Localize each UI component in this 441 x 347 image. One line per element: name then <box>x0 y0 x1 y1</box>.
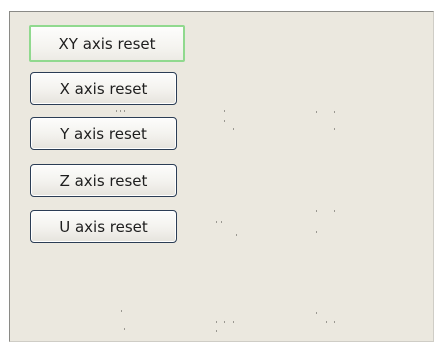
speck <box>224 110 225 112</box>
speck <box>334 210 335 212</box>
speck <box>124 328 125 330</box>
speck <box>316 231 317 233</box>
u-axis-reset-label: U axis reset <box>59 217 148 236</box>
speck <box>224 120 225 122</box>
speck <box>121 310 122 312</box>
speck <box>216 221 217 223</box>
z-axis-reset-button[interactable]: Z axis reset <box>30 164 177 197</box>
speck <box>124 110 125 112</box>
speck <box>334 321 335 323</box>
speck <box>316 111 317 113</box>
xy-axis-reset-button[interactable]: XY axis reset <box>29 25 185 62</box>
speck <box>334 111 335 113</box>
y-axis-reset-button[interactable]: Y axis reset <box>30 117 177 150</box>
speck <box>316 210 317 212</box>
x-axis-reset-label: X axis reset <box>59 79 148 98</box>
speck <box>120 110 121 112</box>
speck <box>216 321 217 323</box>
speck <box>221 221 222 223</box>
u-axis-reset-button[interactable]: U axis reset <box>30 210 177 243</box>
speck <box>236 234 237 236</box>
axis-reset-panel: XY axis reset X axis reset Y axis reset … <box>9 11 434 342</box>
speck <box>326 321 327 323</box>
speck <box>233 128 234 130</box>
speck <box>216 330 217 332</box>
speck <box>233 321 234 323</box>
speck <box>116 110 117 112</box>
x-axis-reset-button[interactable]: X axis reset <box>30 72 177 105</box>
speck <box>224 321 225 323</box>
xy-axis-reset-label: XY axis reset <box>58 34 156 53</box>
y-axis-reset-label: Y axis reset <box>60 124 147 143</box>
speck <box>334 128 335 130</box>
z-axis-reset-label: Z axis reset <box>59 171 148 190</box>
speck <box>316 312 317 314</box>
